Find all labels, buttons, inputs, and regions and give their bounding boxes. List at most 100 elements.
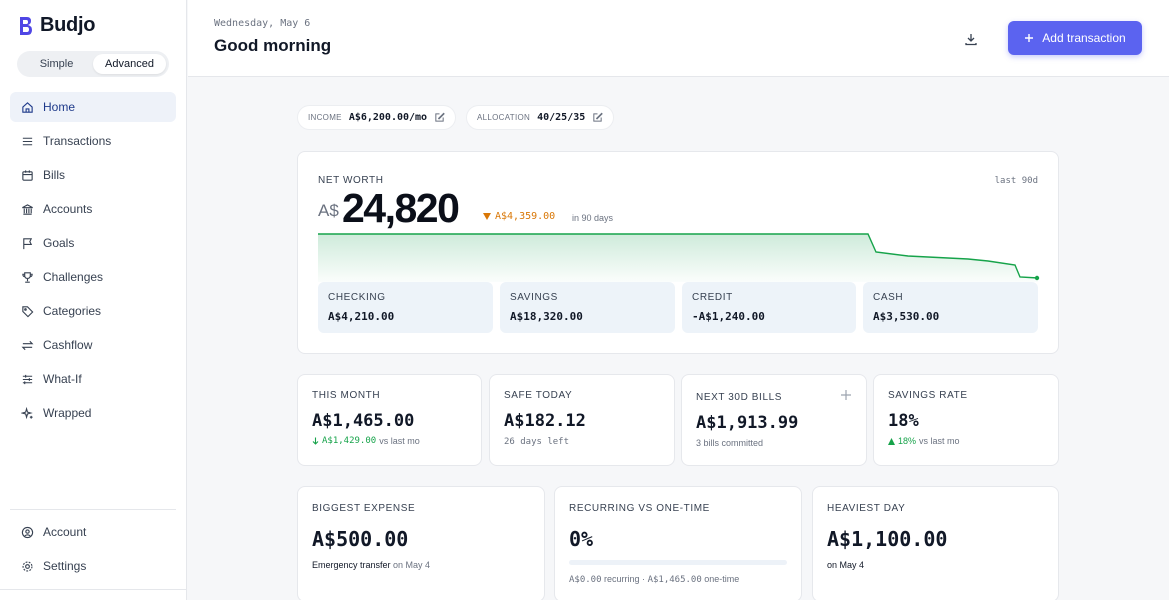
sidebar-item-bills[interactable]: Bills bbox=[10, 160, 176, 190]
net-worth-amount: 24,820 bbox=[342, 185, 460, 231]
stat-sub: 26 days left bbox=[504, 437, 570, 447]
income-pill: INCOME A$6,200.00/mo bbox=[297, 105, 457, 130]
recurring-progress-bar bbox=[569, 560, 787, 565]
stat-label: SAVINGS RATE bbox=[888, 390, 968, 401]
sidebar-item-challenges[interactable]: Challenges bbox=[10, 262, 176, 292]
account-value: A$3,530.00 bbox=[873, 310, 940, 323]
this-month-card: THIS MONTH A$1,465.00 A$1,429.00 vs last… bbox=[297, 374, 482, 466]
mode-advanced-option[interactable]: Advanced bbox=[93, 54, 166, 74]
stat-delta-suffix: vs last mo bbox=[379, 436, 420, 446]
account-tile-checking[interactable]: CHECKING A$4,210.00 bbox=[318, 282, 493, 333]
sidebar: Budjo Simple Advanced Home Transactions … bbox=[0, 0, 187, 600]
sidebar-item-transactions[interactable]: Transactions bbox=[10, 126, 176, 156]
allocation-label: ALLOCATION bbox=[477, 113, 531, 122]
account-name: SAVINGS bbox=[510, 292, 558, 303]
income-value: A$6,200.00/mo bbox=[348, 112, 428, 123]
edit-allocation-icon[interactable] bbox=[592, 112, 604, 123]
onetime-amount: A$1,465.00 bbox=[647, 575, 702, 585]
sparkle-icon bbox=[21, 406, 33, 419]
net-worth-sparkline bbox=[318, 233, 1040, 282]
sidebar-item-label: Transactions bbox=[43, 134, 112, 148]
account-tile-savings[interactable]: SAVINGS A$18,320.00 bbox=[500, 282, 675, 333]
net-worth-currency: A$ bbox=[318, 201, 339, 220]
sidebar-item-account[interactable]: Account bbox=[10, 517, 176, 547]
stat-value: A$500.00 bbox=[312, 527, 409, 551]
stat-sub: Emergency transfer on May 4 bbox=[312, 560, 430, 570]
sparkline-end-dot bbox=[1034, 275, 1040, 281]
sidebar-item-label: Account bbox=[43, 525, 87, 539]
stat-label: NEXT 30D BILLS bbox=[696, 392, 783, 403]
brand[interactable]: Budjo bbox=[17, 14, 95, 37]
stat-value: A$182.12 bbox=[504, 411, 586, 431]
stat-label: BIGGEST EXPENSE bbox=[312, 503, 416, 514]
sidebar-item-label: Settings bbox=[43, 559, 87, 573]
sidebar-item-accounts[interactable]: Accounts bbox=[10, 194, 176, 224]
stat-value: A$1,100.00 bbox=[827, 527, 948, 551]
page-header: Wednesday, May 6 Good morning Add transa… bbox=[188, 0, 1169, 77]
stat-label: RECURRING VS ONE-TIME bbox=[569, 503, 710, 514]
edit-income-icon[interactable] bbox=[434, 112, 445, 123]
stat-sub: on May 4 bbox=[827, 560, 865, 570]
account-tile-credit[interactable]: CREDIT -A$1,240.00 bbox=[682, 282, 856, 333]
sliders-icon bbox=[22, 374, 33, 384]
next-bills-card: NEXT 30D BILLS A$1,913.99 3 bills commit… bbox=[681, 374, 867, 466]
calendar-icon bbox=[22, 169, 33, 181]
page-title: Good morning bbox=[214, 36, 332, 55]
stat-value: 18% bbox=[888, 411, 919, 431]
account-value: A$4,210.00 bbox=[328, 310, 395, 323]
account-value: A$18,320.00 bbox=[510, 310, 583, 323]
sidebar-item-home[interactable]: Home bbox=[10, 92, 176, 122]
account-value: -A$1,240.00 bbox=[692, 310, 765, 323]
download-icon bbox=[965, 34, 977, 46]
up-triangle-icon bbox=[888, 437, 895, 445]
add-transaction-label: Add transaction bbox=[1042, 31, 1126, 45]
mode-simple-option[interactable]: Simple bbox=[20, 54, 93, 74]
safe-today-card: SAFE TODAY A$182.12 26 days left bbox=[489, 374, 675, 466]
stat-label: HEAVIEST DAY bbox=[827, 503, 906, 514]
stat-delta: A$1,429.00 vs last mo bbox=[312, 436, 420, 446]
recurring-card: RECURRING VS ONE-TIME 0% A$0.00 recurrin… bbox=[554, 486, 802, 600]
trophy-icon bbox=[22, 271, 33, 283]
tag-icon bbox=[22, 305, 34, 317]
plus-icon[interactable] bbox=[840, 389, 852, 401]
stat-value: A$1,913.99 bbox=[696, 413, 799, 433]
home-icon bbox=[22, 101, 33, 113]
plus-icon bbox=[1025, 34, 1034, 42]
sidebar-item-settings[interactable]: Settings bbox=[10, 551, 176, 581]
expense-date: on May 4 bbox=[393, 560, 431, 570]
sidebar-item-label: Home bbox=[43, 100, 76, 114]
user-icon bbox=[21, 526, 34, 538]
sparkline-area bbox=[318, 234, 1038, 282]
account-tile-cash[interactable]: CASH A$3,530.00 bbox=[863, 282, 1038, 333]
mode-toggle: Simple Advanced bbox=[17, 51, 169, 77]
net-worth-change-value: A$4,359.00 bbox=[495, 211, 556, 222]
net-worth-change: A$4,359.00 bbox=[483, 211, 555, 222]
arrows-icon bbox=[21, 340, 34, 350]
recurring-breakdown: A$0.00 recurring · A$1,465.00 one-time bbox=[569, 574, 739, 585]
sidebar-item-what-if[interactable]: What-If bbox=[10, 364, 176, 394]
onetime-text: one-time bbox=[704, 574, 740, 584]
download-button[interactable] bbox=[960, 28, 982, 50]
add-transaction-button[interactable]: Add transaction bbox=[1008, 21, 1142, 55]
stat-delta-value: A$1,429.00 bbox=[322, 436, 377, 446]
sidebar-item-label: Wrapped bbox=[43, 406, 92, 420]
account-name: CASH bbox=[873, 292, 904, 303]
sidebar-bottom: Account Settings bbox=[10, 509, 176, 585]
stat-delta-value: 18% bbox=[898, 436, 917, 446]
account-name: CREDIT bbox=[692, 292, 733, 303]
expense-description: Emergency transfer bbox=[312, 560, 391, 570]
sidebar-item-label: Goals bbox=[43, 236, 75, 250]
sidebar-item-wrapped[interactable]: Wrapped bbox=[10, 398, 176, 428]
sidebar-item-categories[interactable]: Categories bbox=[10, 296, 176, 326]
sidebar-nav: Home Transactions Bills Accounts Goals C… bbox=[10, 92, 176, 432]
divider bbox=[0, 589, 187, 590]
net-worth-range: last 90d bbox=[994, 176, 1038, 186]
account-name: CHECKING bbox=[328, 292, 386, 303]
gear-icon bbox=[22, 560, 33, 572]
sidebar-item-label: Categories bbox=[43, 304, 102, 318]
sidebar-item-goals[interactable]: Goals bbox=[10, 228, 176, 258]
sidebar-item-cashflow[interactable]: Cashflow bbox=[10, 330, 176, 360]
stat-value: A$1,465.00 bbox=[312, 411, 415, 431]
stat-delta-suffix: vs last mo bbox=[919, 436, 960, 446]
recurring-amount: A$0.00 bbox=[569, 575, 602, 585]
